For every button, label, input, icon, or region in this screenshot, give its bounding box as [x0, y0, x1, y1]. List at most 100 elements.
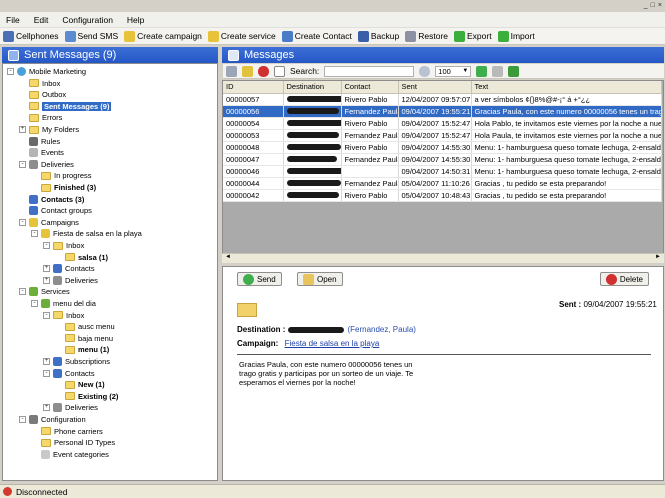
tree-item[interactable]: + Subscriptions [43, 356, 110, 367]
tree-item[interactable]: + Deliveries [43, 275, 98, 286]
tree-item[interactable]: - Configuration [19, 414, 86, 425]
tree-item[interactable]: salsa (1) [55, 252, 108, 263]
menu-edit[interactable]: Edit [34, 15, 49, 25]
tree-item[interactable]: Inbox [19, 78, 60, 89]
tree-item[interactable]: ausc menu [55, 321, 115, 332]
backup-button[interactable]: Backup [357, 30, 399, 42]
table-row[interactable]: 00000053 Fernandez Paula 09/04/2007 15:52:… [223, 129, 662, 142]
tree-item[interactable]: baja menu [55, 333, 113, 344]
open-button[interactable]: Open [297, 272, 343, 286]
expand-icon[interactable]: + [19, 126, 26, 133]
tree-item[interactable]: - menu del dia [31, 298, 96, 309]
tree-item[interactable]: New (1) [55, 379, 105, 390]
column-header-destination[interactable]: Destination [283, 81, 342, 94]
tree-item[interactable]: - Deliveries [19, 159, 74, 170]
menu-configuration[interactable]: Configuration [62, 15, 113, 25]
delete-button[interactable]: Delete [599, 272, 649, 286]
tree-item[interactable]: Sent Messages (9) [19, 101, 112, 112]
new-icon[interactable] [274, 65, 285, 77]
restore-button[interactable]: Restore [405, 30, 448, 42]
print-icon[interactable] [492, 65, 504, 77]
scroll-right-icon[interactable]: ► [655, 254, 661, 260]
tree-item[interactable]: Contact groups [19, 205, 92, 216]
tree-item[interactable]: Existing (2) [55, 391, 118, 402]
table-row[interactable]: 00000047 Fernandez Paula 09/04/2007 14:55:… [223, 153, 662, 166]
menu-file[interactable]: File [6, 15, 20, 25]
table-row[interactable]: 00000046 09/04/2007 14:50:31 Menu: 1- hamb… [223, 165, 662, 178]
collapse-icon[interactable]: - [19, 288, 26, 296]
close-window-button[interactable]: × [658, 2, 662, 10]
tree-item[interactable]: menu (1) [55, 344, 109, 355]
tree-item[interactable]: Finished (3) [31, 182, 96, 193]
folder-icon [65, 345, 75, 354]
collapse-icon[interactable]: - [43, 242, 50, 249]
tree-item[interactable]: - Inbox [43, 310, 84, 321]
tree-item[interactable]: - Mobile Marketing [7, 66, 86, 77]
send-sms-button[interactable]: Send SMS [64, 30, 118, 42]
page-size-select[interactable]: 100 ▼ [435, 65, 472, 77]
tree-item[interactable]: Phone carriers [31, 426, 103, 437]
create-service-button[interactable]: Create service [207, 30, 276, 42]
expand-icon[interactable]: + [43, 358, 50, 365]
table-row[interactable]: 00000057 Rivero Pablo 12/04/2007 09:57:07 a… [223, 93, 662, 106]
collapse-icon[interactable]: - [7, 68, 14, 75]
column-header-id[interactable]: ID [223, 81, 284, 94]
collapse-icon[interactable]: - [31, 300, 38, 307]
tree-item[interactable]: Rules [19, 136, 60, 147]
table-row[interactable]: 00000054 Rivero Pablo 09/04/2007 15:52:47 H… [223, 117, 662, 130]
expand-icon[interactable]: + [43, 265, 50, 273]
tree-item[interactable]: Personal ID Types [31, 437, 115, 448]
table-row[interactable]: 00000048 Rivero Pablo 09/04/2007 14:55:30 M… [223, 141, 662, 154]
tree-item[interactable]: + Deliveries [43, 402, 98, 413]
excel-icon[interactable] [508, 65, 520, 77]
create-campaign-button[interactable]: Create campaign [124, 30, 202, 42]
rules-icon [29, 136, 38, 146]
tree-item[interactable]: - Campaigns [19, 217, 79, 228]
destination-contact[interactable]: (Fernandez, Paula) [347, 325, 415, 334]
tree-item[interactable]: - Inbox [43, 240, 84, 251]
expand-icon[interactable]: + [43, 276, 50, 284]
refresh-icon[interactable] [476, 65, 488, 77]
tree-item[interactable]: + My Folders [19, 124, 79, 135]
expand-icon[interactable]: + [43, 404, 50, 412]
export-button[interactable]: Export [454, 30, 492, 42]
import-button[interactable]: Import [497, 30, 535, 42]
search-input[interactable] [324, 65, 415, 77]
envelope-icon [237, 303, 257, 317]
column-header-text[interactable]: Text [471, 81, 662, 94]
tree-item[interactable]: Events [19, 147, 64, 158]
cellphones-button[interactable]: Cellphones [3, 30, 59, 42]
tree-item[interactable]: - Fiesta de salsa en la playa [31, 228, 142, 239]
collapse-icon[interactable]: - [19, 416, 26, 423]
collapse-icon[interactable]: - [19, 160, 26, 168]
table-row[interactable]: 00000056 Fernandez Paula 09/04/2007 19:55:… [223, 105, 662, 118]
table-row[interactable]: 00000044 Fernandez Paula 05/04/2007 11:10:… [223, 177, 662, 190]
collapse-icon[interactable]: - [19, 218, 26, 226]
edit-icon[interactable] [242, 65, 253, 77]
tree-item[interactable]: Event categories [31, 449, 109, 460]
scroll-left-icon[interactable]: ◄ [225, 254, 231, 260]
column-header-sent[interactable]: Sent [398, 81, 472, 94]
tree-item[interactable]: In progress [31, 170, 92, 181]
collapse-icon[interactable]: - [31, 230, 38, 238]
delete-icon[interactable] [258, 65, 269, 77]
collapse-icon[interactable]: - [43, 369, 50, 377]
maximize-button[interactable]: □ [651, 2, 655, 10]
settings-icon[interactable] [226, 65, 237, 77]
tree-item[interactable]: - Contacts [43, 368, 95, 379]
send-button[interactable]: Send [237, 272, 282, 286]
tree-item[interactable]: + Contacts [43, 263, 95, 274]
tree-item[interactable]: Outbox [19, 89, 66, 100]
campaign-link[interactable]: Fiesta de salsa en la playa [285, 339, 380, 348]
column-header-contact[interactable]: Contact [341, 81, 399, 94]
tree-item[interactable]: Errors [19, 112, 62, 123]
tree-item[interactable]: Contacts (3) [19, 194, 84, 205]
collapse-icon[interactable]: - [43, 311, 50, 319]
search-icon[interactable] [419, 65, 431, 77]
horizontal-scrollbar[interactable]: ◄ ► [222, 253, 664, 263]
tree-item[interactable]: - Services [19, 286, 70, 297]
minimize-button[interactable]: _ [644, 2, 648, 10]
create-contact-button[interactable]: Create Contact [281, 30, 352, 42]
table-row[interactable]: 00000042 Rivero Pablo 05/04/2007 10:48:43 G… [223, 189, 662, 202]
menu-help[interactable]: Help [127, 15, 144, 25]
